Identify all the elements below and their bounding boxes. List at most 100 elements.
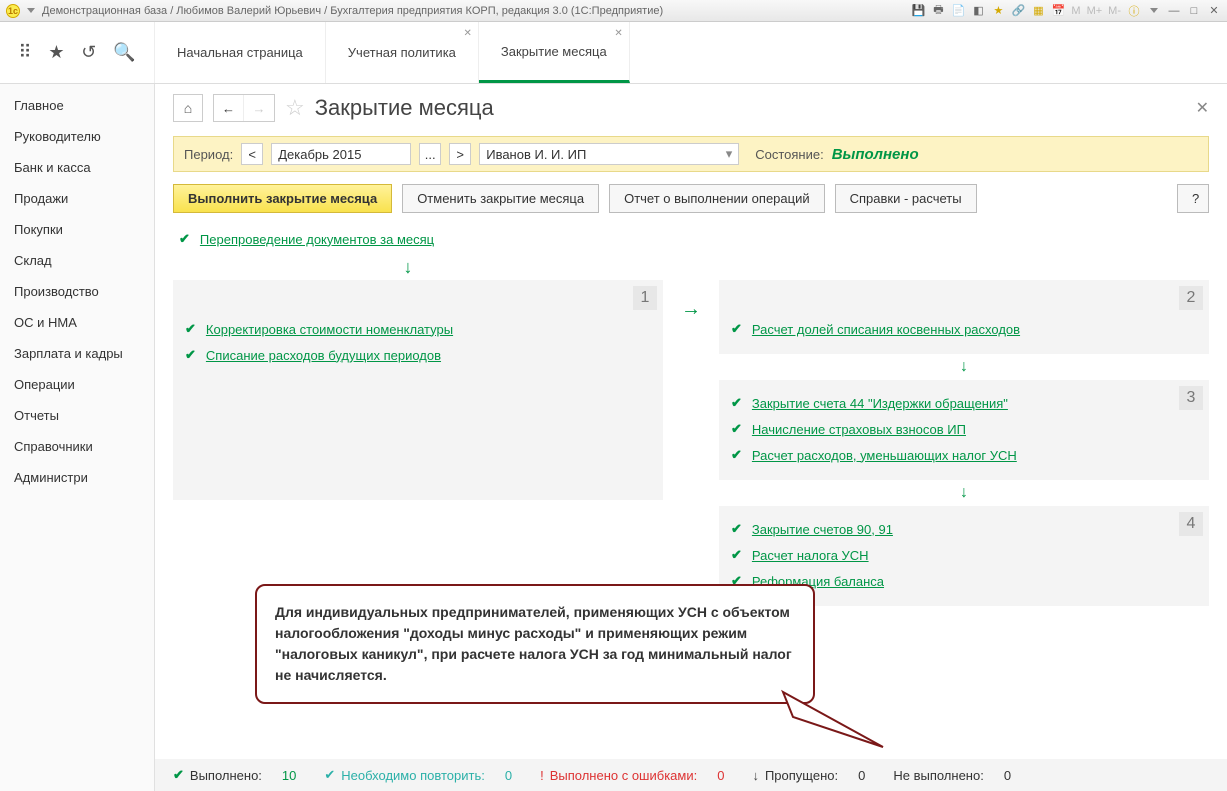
back-icon[interactable]: ← xyxy=(214,95,244,121)
tab-month-close[interactable]: Закрытие месяца ✕ xyxy=(479,22,630,83)
op-close-account-44[interactable]: Закрытие счета 44 "Издержки обращения" xyxy=(752,396,1008,411)
repeat-value: 0 xyxy=(505,768,512,783)
sidebar: Главное Руководителю Банк и касса Продаж… xyxy=(0,84,155,791)
tab-label: Учетная политика xyxy=(348,45,456,60)
sidebar-item-admin[interactable]: Администри xyxy=(0,462,154,493)
dropdown-icon[interactable] xyxy=(24,4,38,18)
cancel-close-button[interactable]: Отменить закрытие месяца xyxy=(402,184,599,213)
m-plus-button[interactable]: M+ xyxy=(1087,5,1103,17)
check-icon: ✔ xyxy=(179,231,190,247)
op-repost-documents[interactable]: Перепроведение документов за месяц xyxy=(200,232,434,247)
tab-label: Закрытие месяца xyxy=(501,44,607,59)
block-2: 2 ✔Расчет долей списания косвенных расхо… xyxy=(719,280,1209,354)
check-icon: ✔ xyxy=(731,321,742,337)
print-icon[interactable]: 🖶 xyxy=(931,4,945,18)
organization-value: Иванов И. И. ИП xyxy=(486,147,586,162)
arrow-down-icon: ↓ xyxy=(719,480,1209,506)
sidebar-item-warehouse[interactable]: Склад xyxy=(0,245,154,276)
op-close-90-91[interactable]: Закрытие счетов 90, 91 xyxy=(752,522,893,537)
maximize-icon[interactable]: □ xyxy=(1187,4,1201,18)
sidebar-item-bank[interactable]: Банк и касса xyxy=(0,152,154,183)
app-logo-icon: 1c xyxy=(6,4,20,18)
nav-back-forward[interactable]: ←→ xyxy=(213,94,275,122)
minimize-icon[interactable]: — xyxy=(1167,4,1181,18)
sidebar-item-catalogs[interactable]: Справочники xyxy=(0,431,154,462)
callout-text: Для индивидуальных предпринимателей, при… xyxy=(275,604,792,683)
error-label: Выполнено с ошибками: xyxy=(550,768,698,783)
dropdown-icon[interactable]: ▾ xyxy=(726,146,733,162)
compare-icon[interactable]: ◧ xyxy=(971,4,985,18)
op-indirect-costs[interactable]: Расчет долей списания косвенных расходов xyxy=(752,322,1020,337)
sidebar-item-production[interactable]: Производство xyxy=(0,276,154,307)
sidebar-item-manager[interactable]: Руководителю xyxy=(0,121,154,152)
check-icon: ✔ xyxy=(731,395,742,411)
op-cost-correction[interactable]: Корректировка стоимости номенклатуры xyxy=(206,322,453,337)
m-button[interactable]: M xyxy=(1071,5,1080,17)
error-icon: ! xyxy=(540,768,544,783)
period-value: Декабрь 2015 xyxy=(278,147,361,162)
references-button[interactable]: Справки - расчеты xyxy=(835,184,977,213)
run-close-button[interactable]: Выполнить закрытие месяца xyxy=(173,184,392,213)
favorite-icon[interactable]: ★ xyxy=(991,4,1005,18)
calc-icon[interactable]: ▦ xyxy=(1031,4,1045,18)
op-deferred-expenses[interactable]: Списание расходов будущих периодов xyxy=(206,348,441,363)
home-button[interactable]: ⌂ xyxy=(173,94,203,122)
skip-icon: ↓ xyxy=(752,768,759,783)
history-icon[interactable]: ↺ xyxy=(81,42,96,63)
period-select-button[interactable]: ... xyxy=(419,143,441,165)
error-value: 0 xyxy=(717,768,724,783)
m-minus-button[interactable]: M- xyxy=(1108,5,1121,17)
callout-pointer-icon xyxy=(783,672,903,762)
tab-close-icon[interactable]: ✕ xyxy=(614,28,622,39)
tab-start-page[interactable]: Начальная страница xyxy=(155,22,326,83)
save-icon[interactable]: 💾 xyxy=(911,4,925,18)
period-prev-button[interactable]: < xyxy=(241,143,263,165)
skip-value: 0 xyxy=(858,768,865,783)
check-icon: ✔ xyxy=(731,447,742,463)
tab-accounting-policy[interactable]: Учетная политика ✕ xyxy=(326,22,479,83)
doc-icon[interactable]: 📄 xyxy=(951,4,965,18)
period-input[interactable]: Декабрь 2015 xyxy=(271,143,411,165)
sidebar-item-assets[interactable]: ОС и НМА xyxy=(0,307,154,338)
report-button[interactable]: Отчет о выполнении операций xyxy=(609,184,825,213)
skip-label: Пропущено: xyxy=(765,768,838,783)
favorite-page-icon[interactable]: ☆ xyxy=(285,95,305,121)
sidebar-item-reports[interactable]: Отчеты xyxy=(0,400,154,431)
block-number: 1 xyxy=(633,286,657,310)
sidebar-item-sales[interactable]: Продажи xyxy=(0,183,154,214)
search-icon[interactable]: 🔍 xyxy=(113,42,135,63)
close-window-icon[interactable]: ✕ xyxy=(1207,4,1221,18)
apps-icon[interactable]: ⠿ xyxy=(18,42,31,63)
block-1: 1 ✔Корректировка стоимости номенклатуры … xyxy=(173,280,663,500)
close-page-icon[interactable]: ✕ xyxy=(1196,98,1209,118)
link-icon[interactable]: 🔗 xyxy=(1011,4,1025,18)
check-icon: ✔ xyxy=(185,347,196,363)
done-label: Выполнено: xyxy=(190,768,262,783)
sidebar-item-operations[interactable]: Операции xyxy=(0,369,154,400)
arrow-right-icon: → xyxy=(681,280,701,606)
block-3: 3 ✔ Закрытие счета 44 "Издержки обращения… xyxy=(719,380,1209,480)
op-usn-tax[interactable]: Расчет налога УСН xyxy=(752,548,869,563)
star-icon[interactable]: ★ xyxy=(48,42,64,63)
notdone-label: Не выполнено: xyxy=(893,768,983,783)
calendar-icon[interactable]: 📅 xyxy=(1051,4,1065,18)
block-number: 3 xyxy=(1179,386,1203,410)
op-usn-expenses[interactable]: Расчет расходов, уменьшающих налог УСН xyxy=(752,448,1017,463)
check-icon: ✔ xyxy=(185,321,196,337)
window-title: Демонстрационная база / Любимов Валерий … xyxy=(42,5,663,17)
window-titlebar: 1c Демонстрационная база / Любимов Валер… xyxy=(0,0,1227,22)
callout-box: Для индивидуальных предпринимателей, при… xyxy=(255,584,815,704)
sidebar-item-purchases[interactable]: Покупки xyxy=(0,214,154,245)
op-insurance-ip[interactable]: Начисление страховых взносов ИП xyxy=(752,422,966,437)
arrow-down-icon: ↓ xyxy=(173,255,643,280)
tab-close-icon[interactable]: ✕ xyxy=(464,28,472,39)
sidebar-item-main[interactable]: Главное xyxy=(0,90,154,121)
dropdown2-icon[interactable] xyxy=(1147,4,1161,18)
organization-input[interactable]: Иванов И. И. ИП ▾ xyxy=(479,143,739,165)
info-icon[interactable]: ⓘ xyxy=(1127,4,1141,18)
period-next-button[interactable]: > xyxy=(449,143,471,165)
help-button[interactable]: ? xyxy=(1177,184,1209,213)
sidebar-item-salary[interactable]: Зарплата и кадры xyxy=(0,338,154,369)
check-icon: ✔ xyxy=(731,421,742,437)
forward-icon[interactable]: → xyxy=(244,95,274,121)
